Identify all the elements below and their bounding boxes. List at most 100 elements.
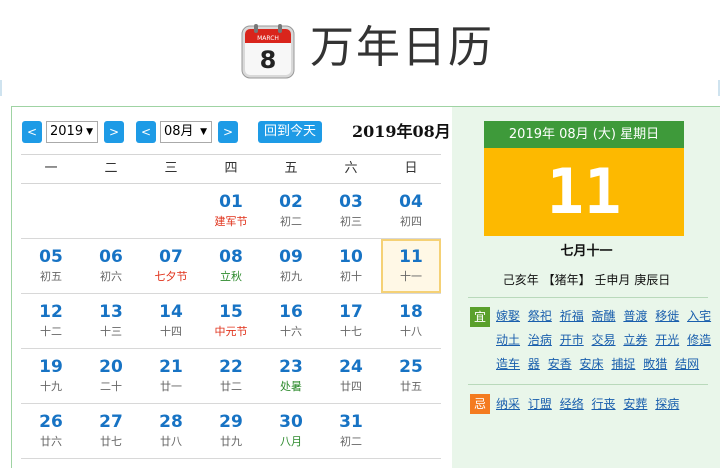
day-number: 14 [159,302,183,322]
day-cell[interactable]: 21 廿一 [141,349,201,403]
ji-activity-link[interactable]: 纳采 [496,397,520,411]
lunar-label: 十三 [100,325,122,338]
chevron-down-icon: ▼ [86,127,93,137]
day-number: 08 [219,247,243,267]
day-number: 20 [99,357,123,377]
yi-activity-link[interactable]: 动土 [496,333,520,347]
divider [468,297,708,298]
detail-ganzhi: 己亥年 【猪年】 壬申月 庚辰日 [502,273,671,287]
ji-activity-link[interactable]: 探病 [655,397,679,411]
day-cell[interactable]: 19 十九 [21,349,81,403]
yi-activity-link[interactable]: 祈福 [560,309,584,323]
weekday-label: 六 [344,161,358,176]
yi-activity-link[interactable]: 安床 [580,357,604,371]
ji-activity-link[interactable]: 经络 [560,397,584,411]
day-number: 31 [339,412,363,432]
yi-activity-link[interactable]: 普渡 [623,309,647,323]
yi-activity-link[interactable]: 安香 [548,357,572,371]
next-month-button[interactable]: > [218,121,238,143]
day-cell[interactable]: 31 初二 [321,404,381,458]
month-select[interactable]: 08月 ▼ [160,121,212,143]
day-cell[interactable]: 03 初三 [321,184,381,238]
day-cell[interactable]: 02 初二 [261,184,321,238]
yi-activity-link[interactable]: 移徙 [655,309,679,323]
day-cell[interactable]: 16 十六 [261,294,321,348]
day-number: 09 [279,247,303,267]
lunar-label: 廿九 [220,435,242,448]
lunar-label: 中元节 [214,325,248,338]
day-number: 26 [39,412,63,432]
day-cell[interactable]: 23 处暑 [261,349,321,403]
divider [468,384,708,385]
back-to-today-button[interactable]: 回到今天 [258,121,322,143]
day-cell[interactable]: 24 廿四 [321,349,381,403]
week-row: 12 十二 13 十三 14 十四 15 中元节 16 十六 17 十七 18 十八 [21,294,441,349]
day-cell[interactable]: 20 二十 [81,349,141,403]
day-cell[interactable]: 25 廿五 [381,349,441,403]
day-cell[interactable]: 22 廿二 [201,349,261,403]
day-cell[interactable]: 18 十八 [381,294,441,348]
yi-activity-link[interactable]: 祭祀 [528,309,552,323]
yi-activity-link[interactable]: 开光 [655,333,679,347]
day-number: 28 [159,412,183,432]
yi-activity-link[interactable]: 捕捉 [611,357,635,371]
empty-day-cell [21,184,81,238]
lunar-label: 初五 [40,270,62,283]
detail-date-header: 2019年 08月 (大) 星期日 [484,121,684,148]
prev-month-button[interactable]: < [136,121,156,143]
current-month-title: 2019年08月 [352,122,451,141]
day-number: 05 [39,247,63,267]
day-number: 16 [279,302,303,322]
weekday-label: 五 [284,161,298,176]
yi-activity-link[interactable]: 开市 [560,333,584,347]
day-cell[interactable]: 17 十七 [321,294,381,348]
day-cell[interactable]: 15 中元节 [201,294,261,348]
day-cell[interactable]: 08 立秋 [201,239,261,293]
day-cell[interactable]: 13 十三 [81,294,141,348]
prev-year-button[interactable]: < [22,121,42,143]
day-cell[interactable]: 04 初四 [381,184,441,238]
yi-activity-link[interactable]: 治病 [528,333,552,347]
lunar-label: 十六 [280,325,302,338]
yi-activity-link[interactable]: 交易 [592,333,616,347]
lunar-label: 廿四 [340,380,362,393]
next-year-button[interactable]: > [104,121,124,143]
weekday-label: 二 [104,161,118,176]
ji-activity-link[interactable]: 行丧 [592,397,616,411]
yi-activity-link[interactable]: 入宅 [687,309,711,323]
yi-activity-link[interactable]: 修造 [687,333,711,347]
day-number: 04 [399,192,423,212]
yi-activity-link[interactable]: 器 [528,357,540,371]
yi-activity-link[interactable]: 立券 [623,333,647,347]
day-cell[interactable]: 09 初九 [261,239,321,293]
day-number: 21 [159,357,183,377]
yi-activity-link[interactable]: 造车 [496,357,520,371]
day-number: 06 [99,247,123,267]
yi-activity-link[interactable]: 嫁娶 [496,309,520,323]
day-number: 18 [399,302,423,322]
day-cell[interactable]: 27 廿七 [81,404,141,458]
day-cell[interactable]: 30 八月 [261,404,321,458]
day-number: 30 [279,412,303,432]
day-cell[interactable]: 06 初六 [81,239,141,293]
ji-activity-link[interactable]: 订盟 [528,397,552,411]
day-cell-selected[interactable]: 11 十一 [381,239,441,293]
ji-activity-link[interactable]: 安葬 [623,397,647,411]
day-cell[interactable]: 07 七夕节 [141,239,201,293]
day-cell[interactable]: 26 廿六 [21,404,81,458]
day-cell[interactable]: 14 十四 [141,294,201,348]
day-number: 02 [279,192,303,212]
yi-activity-link[interactable]: 结网 [675,357,699,371]
year-select[interactable]: 2019 ▼ [46,121,98,143]
day-cell[interactable]: 10 初十 [321,239,381,293]
day-cell[interactable]: 12 十二 [21,294,81,348]
day-detail-panel: 2019年 08月 (大) 星期日 11 七月十一 己亥年 【猪年】 壬申月 庚… [452,107,720,468]
day-cell[interactable]: 29 廿九 [201,404,261,458]
detail-day-number: 11 [484,148,684,236]
day-cell[interactable]: 05 初五 [21,239,81,293]
day-cell[interactable]: 28 廿八 [141,404,201,458]
yi-activity-link[interactable]: 畋猎 [643,357,667,371]
day-number: 27 [99,412,123,432]
day-cell[interactable]: 01 建军节 [201,184,261,238]
yi-activity-link[interactable]: 斋醮 [592,309,616,323]
